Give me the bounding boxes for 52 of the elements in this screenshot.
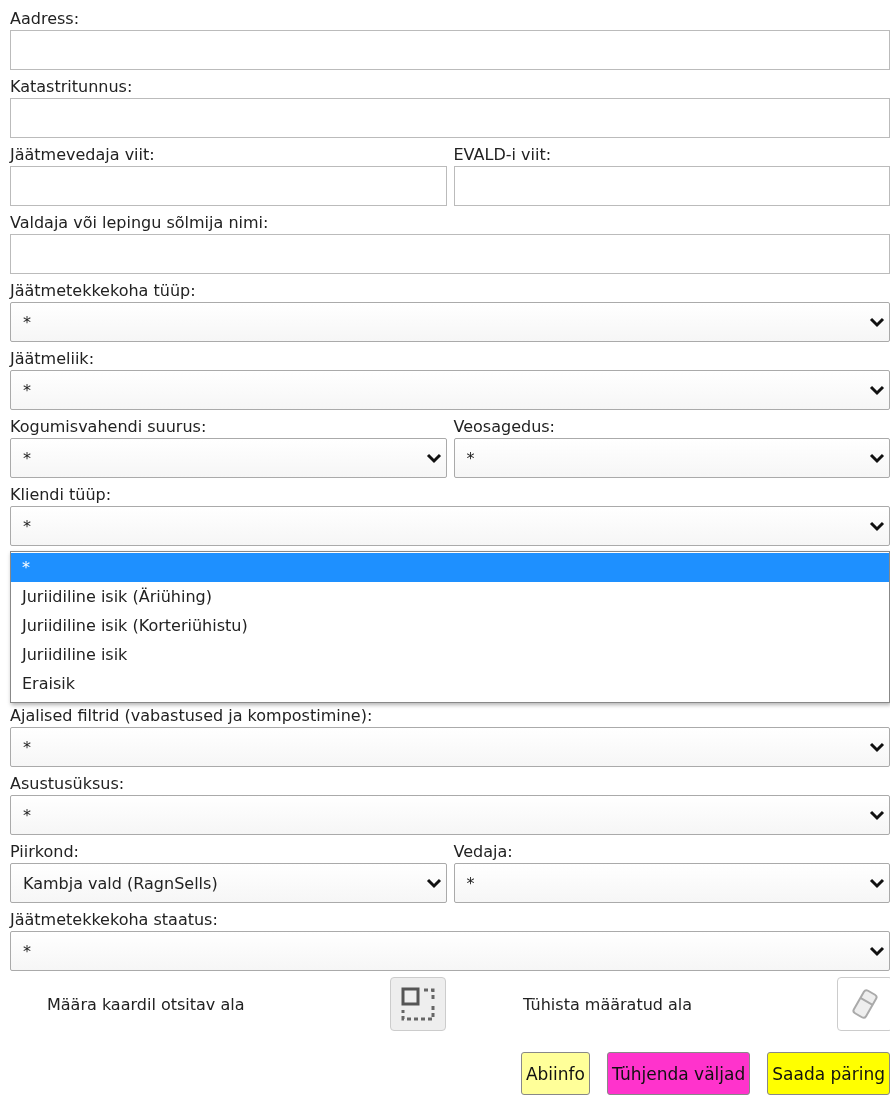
action-button[interactable]: Abiinfo <box>520 1052 590 1095</box>
dropdown-option[interactable]: Juriidiline isik (Korteriühistu) <box>11 611 889 640</box>
text-field[interactable] <box>10 30 890 70</box>
field-label: Ajalised filtrid (vabastused ja kompostimine): <box>10 705 374 727</box>
text-field[interactable] <box>10 98 890 138</box>
dropdown[interactable]: * <box>10 370 890 410</box>
text-field[interactable] <box>453 166 890 206</box>
field-label: Jäätmevedaja viit: <box>10 144 156 166</box>
field-label: Jäätmetekkekoha tüüp: <box>10 280 197 302</box>
dropdown[interactable]: * <box>453 863 890 903</box>
dropdown[interactable]: Kambja vald (RagnSells) <box>10 863 447 903</box>
tool-label: Määra kaardil otsitav ala <box>47 994 246 1014</box>
selection-area-icon <box>400 986 436 1022</box>
dropdown-option[interactable]: Juriidiline isik (Äriühing) <box>11 582 889 611</box>
text-field[interactable] <box>10 166 447 206</box>
field-label: Valdaja või lepingu sõlmija nimi: <box>10 212 270 234</box>
dropdown[interactable]: * <box>10 795 890 835</box>
chevron-down-icon <box>869 384 885 396</box>
chevron-down-icon <box>425 452 442 464</box>
text-field[interactable] <box>10 234 890 274</box>
chevron-down-icon <box>425 877 442 889</box>
dropdown[interactable]: * <box>453 438 890 478</box>
field-label: Kliendi tüüp: <box>10 484 113 506</box>
field-label: Piirkond: <box>10 841 80 863</box>
field-label: Katastritunnus: <box>10 76 134 98</box>
action-button[interactable]: Saada päring <box>767 1052 890 1095</box>
dropdown-option[interactable]: Juriidiline isik <box>11 640 889 669</box>
field-label: Kogumisvahendi suurus: <box>10 416 208 438</box>
field-label: Aadress: <box>10 8 81 30</box>
chevron-down-icon <box>869 741 885 753</box>
chevron-down-icon <box>869 809 885 821</box>
dropdown[interactable]: * <box>10 438 447 478</box>
field-label: Jäätmeliik: <box>10 348 96 370</box>
field-label: Vedaja: <box>453 841 514 863</box>
chevron-down-icon <box>869 520 885 532</box>
field-label: Asustusüksus: <box>10 773 126 795</box>
chevron-down-icon <box>869 877 885 889</box>
field-label: Jäätmetekkekoha staatus: <box>10 909 219 931</box>
chevron-down-icon <box>869 452 885 464</box>
action-button[interactable]: Tühjenda väljad <box>606 1052 751 1095</box>
dropdown[interactable]: * <box>10 727 890 767</box>
tool-label: Tühista määratud ala <box>523 994 694 1014</box>
clear-area-button[interactable] <box>837 977 890 1031</box>
dropdown[interactable]: * <box>10 506 890 546</box>
chevron-down-icon <box>869 316 885 328</box>
dropdown-option[interactable]: Eraisik <box>11 669 889 698</box>
dropdown[interactable]: * <box>10 302 890 342</box>
field-label: Veosagedus: <box>453 416 556 438</box>
chevron-down-icon <box>869 945 885 957</box>
field-label: EVALD-i viit: <box>453 144 553 166</box>
select-area-button[interactable] <box>390 977 446 1031</box>
dropdown[interactable]: * <box>10 931 890 971</box>
